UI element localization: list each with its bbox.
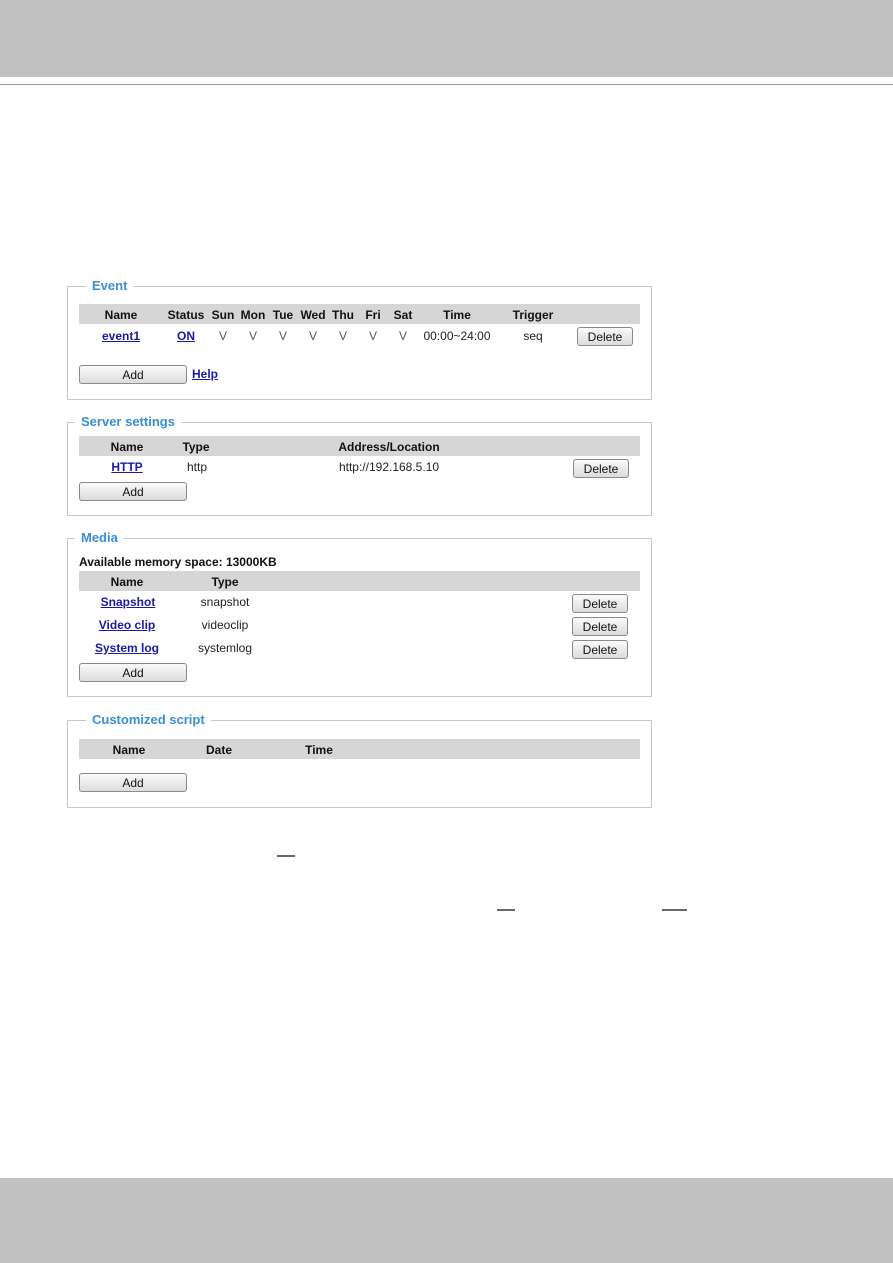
- delete-systemlog-button[interactable]: Delete: [572, 640, 628, 659]
- page-footer-bar: [0, 1178, 893, 1263]
- media-type: snapshot: [200, 595, 250, 609]
- col-address: Address/Location: [338, 440, 440, 454]
- day-fri: V: [368, 329, 378, 343]
- event-status-link[interactable]: ON: [177, 329, 195, 343]
- add-media-button[interactable]: Add: [79, 663, 187, 682]
- underline-mark: [662, 909, 687, 911]
- day-tue: V: [278, 329, 288, 343]
- col-tue: Tue: [272, 308, 294, 322]
- col-wed: Wed: [300, 308, 326, 322]
- day-sun: V: [218, 329, 228, 343]
- col-name: Name: [110, 575, 144, 589]
- page-header-bar: [0, 0, 893, 77]
- delete-event-button[interactable]: Delete: [577, 327, 633, 346]
- day-mon: V: [248, 329, 258, 343]
- media-table-header: Name Type: [79, 571, 640, 591]
- col-thu: Thu: [332, 308, 354, 322]
- day-sat: V: [398, 329, 408, 343]
- server-settings-panel: Server settings Name Type Address/Locati…: [67, 414, 652, 516]
- help-link[interactable]: Help: [192, 367, 218, 381]
- day-wed: V: [308, 329, 318, 343]
- delete-server-button[interactable]: Delete: [573, 459, 629, 478]
- media-type: videoclip: [201, 618, 249, 632]
- add-event-button[interactable]: Add: [79, 365, 187, 384]
- col-name: Name: [104, 308, 138, 322]
- server-type: http: [186, 460, 208, 474]
- add-script-button[interactable]: Add: [79, 773, 187, 792]
- media-panel: Media Available memory space: 13000KB Na…: [67, 530, 652, 697]
- col-sat: Sat: [393, 308, 413, 322]
- event-name-link[interactable]: event1: [102, 329, 140, 343]
- event-title: Event: [86, 278, 134, 294]
- available-memory: Available memory space: 13000KB: [79, 555, 277, 569]
- server-address: http://192.168.5.10: [338, 460, 440, 474]
- customized-script-panel: Customized script Name Date Time Add: [67, 712, 652, 808]
- col-status: Status: [167, 308, 205, 322]
- col-date: Date: [205, 743, 233, 757]
- media-type: systemlog: [197, 641, 253, 655]
- event-time: 00:00~24:00: [423, 329, 491, 343]
- event-panel: Event Name Status Sun Mon Tue Wed Thu Fr…: [67, 278, 652, 400]
- script-table-header: Name Date Time: [79, 739, 640, 759]
- col-name: Name: [110, 440, 144, 454]
- media-systemlog-link[interactable]: System log: [95, 641, 159, 655]
- delete-videoclip-button[interactable]: Delete: [572, 617, 628, 636]
- event-table-header: Name Status Sun Mon Tue Wed Thu Fri Sat …: [79, 304, 640, 324]
- col-trigger: Trigger: [512, 308, 554, 322]
- event-trigger: seq: [523, 329, 543, 343]
- underline-mark: [277, 855, 295, 857]
- header-divider: [0, 84, 893, 85]
- server-table-header: Name Type Address/Location: [79, 436, 640, 456]
- media-snapshot-link[interactable]: Snapshot: [101, 595, 156, 609]
- server-settings-title: Server settings: [75, 414, 181, 430]
- col-fri: Fri: [365, 308, 381, 322]
- day-thu: V: [338, 329, 348, 343]
- delete-snapshot-button[interactable]: Delete: [572, 594, 628, 613]
- col-type: Type: [182, 440, 210, 454]
- add-server-button[interactable]: Add: [79, 482, 187, 501]
- server-name-link[interactable]: HTTP: [111, 460, 142, 474]
- col-sun: Sun: [211, 308, 235, 322]
- col-name: Name: [112, 743, 146, 757]
- col-mon: Mon: [240, 308, 266, 322]
- customized-script-title: Customized script: [86, 712, 211, 728]
- media-videoclip-link[interactable]: Video clip: [99, 618, 155, 632]
- col-time: Time: [305, 743, 333, 757]
- media-title: Media: [75, 530, 124, 546]
- col-type: Type: [211, 575, 239, 589]
- underline-mark: [497, 909, 515, 911]
- col-time: Time: [443, 308, 471, 322]
